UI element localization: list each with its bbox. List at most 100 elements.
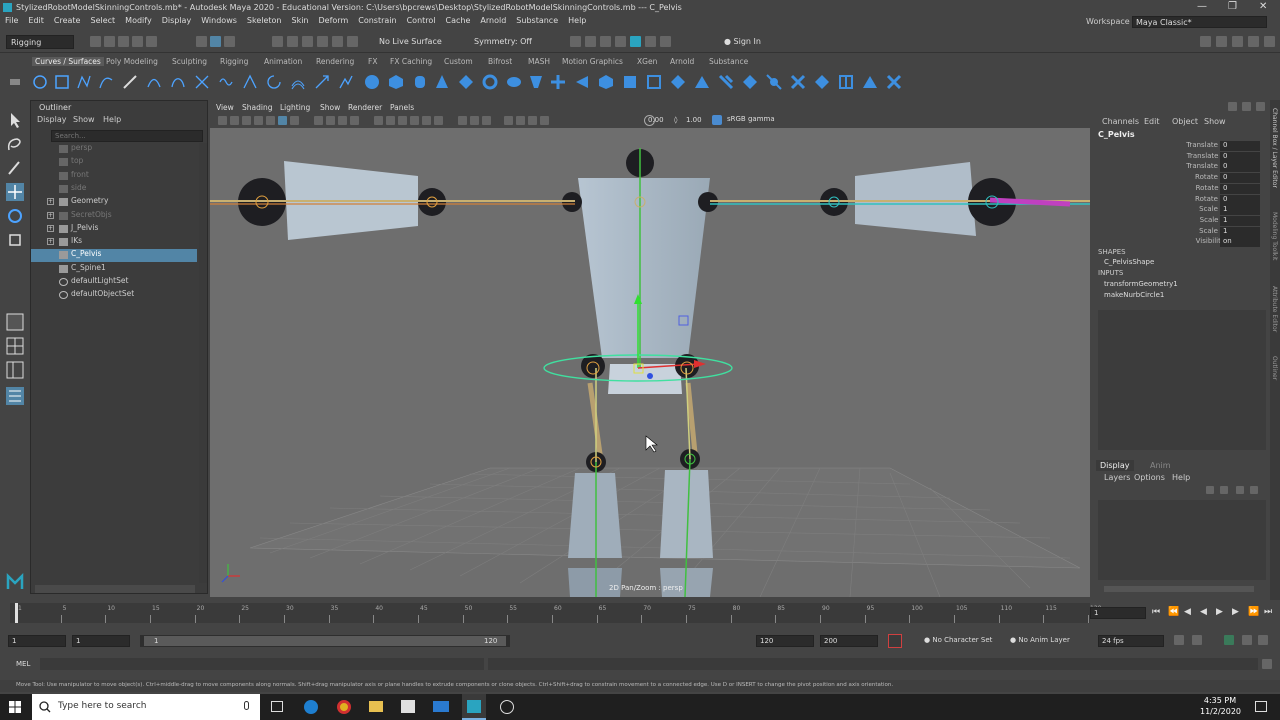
pelvis-control-selected[interactable] — [543, 294, 733, 382]
menu-create[interactable]: Create — [49, 15, 86, 25]
nurbs-cone-icon[interactable] — [434, 74, 450, 90]
outliner-scrollbar[interactable] — [199, 143, 207, 583]
workspace-dropdown[interactable]: Maya Classic* — [1132, 16, 1267, 28]
four-view-icon[interactable] — [5, 336, 25, 356]
anim-layer-label[interactable]: ● No Anim Layer — [1010, 636, 1070, 644]
shelf-tab-mash[interactable]: MASH — [528, 57, 550, 66]
wireframe-on-shaded-icon[interactable] — [398, 116, 407, 125]
snap-curve-icon[interactable] — [287, 36, 298, 47]
playback-start-field[interactable]: 1 — [72, 635, 130, 647]
taskbar-search-box[interactable]: Type here to search — [32, 694, 260, 720]
scale-tool-icon[interactable] — [5, 230, 25, 250]
rebuild-curve-icon[interactable] — [338, 74, 354, 90]
channel-value[interactable]: 1 — [1220, 205, 1260, 216]
project-curve-icon[interactable] — [886, 74, 902, 90]
expand-icon[interactable]: + — [47, 238, 54, 246]
channel-row[interactable]: Scale X1 — [1094, 205, 1270, 216]
insert-knot-icon[interactable] — [242, 74, 258, 90]
revolve-icon[interactable] — [506, 74, 522, 90]
gamma-value[interactable]: 1.00 — [686, 116, 702, 124]
single-view-icon[interactable] — [5, 312, 25, 332]
outliner-item[interactable]: defaultLightSet — [31, 276, 197, 289]
viewport-menu-view[interactable]: View — [216, 103, 234, 112]
planar-icon[interactable] — [550, 74, 566, 90]
expand-icon[interactable]: + — [47, 211, 54, 219]
channel-value[interactable]: 0 — [1220, 173, 1260, 184]
loop-icon[interactable] — [1174, 635, 1184, 645]
step-back-key-icon[interactable]: ⏪ — [1168, 607, 1179, 617]
snap-vertex-icon[interactable] — [347, 36, 358, 47]
paint-select-tool-icon[interactable] — [5, 158, 25, 178]
render-view-icon[interactable] — [570, 36, 581, 47]
sculpt-geometry-icon[interactable] — [814, 74, 830, 90]
snap-grid-icon[interactable] — [272, 36, 283, 47]
step-forward-key-icon[interactable]: ⏩ — [1248, 607, 1259, 617]
outliner-h-scrollbar[interactable] — [35, 585, 195, 593]
channel-box-pin-icon[interactable] — [1242, 102, 1251, 111]
shelf-tab-xgen[interactable]: XGen — [637, 57, 657, 66]
range-bar-track[interactable]: 1 120 — [140, 635, 510, 647]
channel-value[interactable]: on — [1220, 237, 1260, 248]
offset-surface-icon[interactable] — [694, 74, 710, 90]
toggle-tool-settings-icon[interactable] — [1232, 36, 1243, 47]
surface-edit-icon[interactable] — [838, 74, 854, 90]
offset-curve-icon[interactable] — [290, 74, 306, 90]
edge-browser-icon[interactable] — [304, 700, 318, 714]
shelf-settings-icon[interactable] — [6, 73, 24, 91]
microphone-icon[interactable] — [244, 701, 249, 710]
input-node[interactable]: makeNurbCircle1 — [1104, 291, 1164, 299]
layer-menu-help[interactable]: Help — [1172, 473, 1190, 482]
grid-icon[interactable] — [314, 116, 323, 125]
channel-row[interactable]: Scale Y1 — [1094, 215, 1270, 227]
channel-menu-object[interactable]: Object — [1172, 117, 1198, 126]
channel-box-settings-icon[interactable] — [1256, 102, 1265, 111]
menu-skeleton[interactable]: Skeleton — [242, 15, 287, 25]
live-surface-label[interactable]: No Live Surface — [379, 37, 442, 46]
viewport-panel[interactable]: View Shading Lighting Show Renderer Panels — [210, 101, 1090, 597]
channel-value[interactable]: 1 — [1220, 215, 1260, 226]
snap-view-icon[interactable] — [317, 36, 328, 47]
range-bar-handle[interactable]: 1 120 — [144, 636, 506, 646]
menu-display[interactable]: Display — [157, 15, 197, 25]
character-set-label[interactable]: ● No Character Set — [924, 636, 992, 644]
xray-icon[interactable] — [516, 116, 525, 125]
shelf-tab-sculpting[interactable]: Sculpting — [172, 57, 207, 66]
rebuild-surface-icon[interactable] — [742, 74, 758, 90]
outliner-item[interactable]: C_Spine1 — [31, 263, 197, 276]
playblast-icon[interactable] — [660, 36, 671, 47]
move-layer-down-icon[interactable] — [1220, 486, 1228, 494]
shelf-tab-custom[interactable]: Custom — [444, 57, 473, 66]
menu-constrain[interactable]: Constrain — [353, 15, 401, 25]
layer-menu-layers[interactable]: Layers — [1104, 473, 1130, 482]
outliner-layout-icon[interactable] — [5, 386, 25, 406]
shelf-tab-poly-modeling[interactable]: Poly Modeling — [106, 57, 158, 66]
select-object-icon[interactable] — [210, 36, 221, 47]
channel-row[interactable]: Rotate X0 — [1094, 173, 1270, 184]
taskbar-time[interactable]: 4:35 PM — [1200, 696, 1240, 705]
task-view-icon[interactable] — [271, 701, 283, 712]
bezier-icon[interactable] — [170, 74, 186, 90]
cv-curve-icon[interactable] — [76, 74, 92, 90]
extrude-icon[interactable] — [574, 74, 590, 90]
shelf-tab-arnold[interactable]: Arnold — [670, 57, 694, 66]
menu-edit[interactable]: Edit — [23, 15, 49, 25]
step-back-frame-icon[interactable]: ◀ — [1184, 607, 1191, 617]
outliner-item[interactable]: persp — [31, 143, 197, 156]
outliner-item[interactable]: + Geometry — [31, 196, 197, 209]
shadows-icon[interactable] — [434, 116, 443, 125]
menu-help[interactable]: Help — [563, 15, 591, 25]
outliner-item[interactable]: C_Pelvis — [31, 249, 197, 263]
viewport-menu-panels[interactable]: Panels — [390, 103, 414, 112]
animation-end-field[interactable]: 200 — [820, 635, 878, 647]
anim-preferences-icon[interactable] — [1242, 635, 1252, 645]
ep-curve-icon[interactable] — [98, 74, 114, 90]
nurbs-plane-icon[interactable] — [458, 74, 474, 90]
channel-value[interactable]: 0 — [1220, 194, 1260, 205]
playback-end-field[interactable]: 120 — [756, 635, 814, 647]
viewport-menu-renderer[interactable]: Renderer — [348, 103, 382, 112]
nurbs-circle-icon[interactable] — [32, 74, 48, 90]
channel-menu-show[interactable]: Show — [1204, 117, 1226, 126]
motion-blur-icon[interactable] — [470, 116, 479, 125]
notifications-icon[interactable] — [1255, 701, 1267, 712]
reverse-surface-icon[interactable] — [718, 74, 734, 90]
